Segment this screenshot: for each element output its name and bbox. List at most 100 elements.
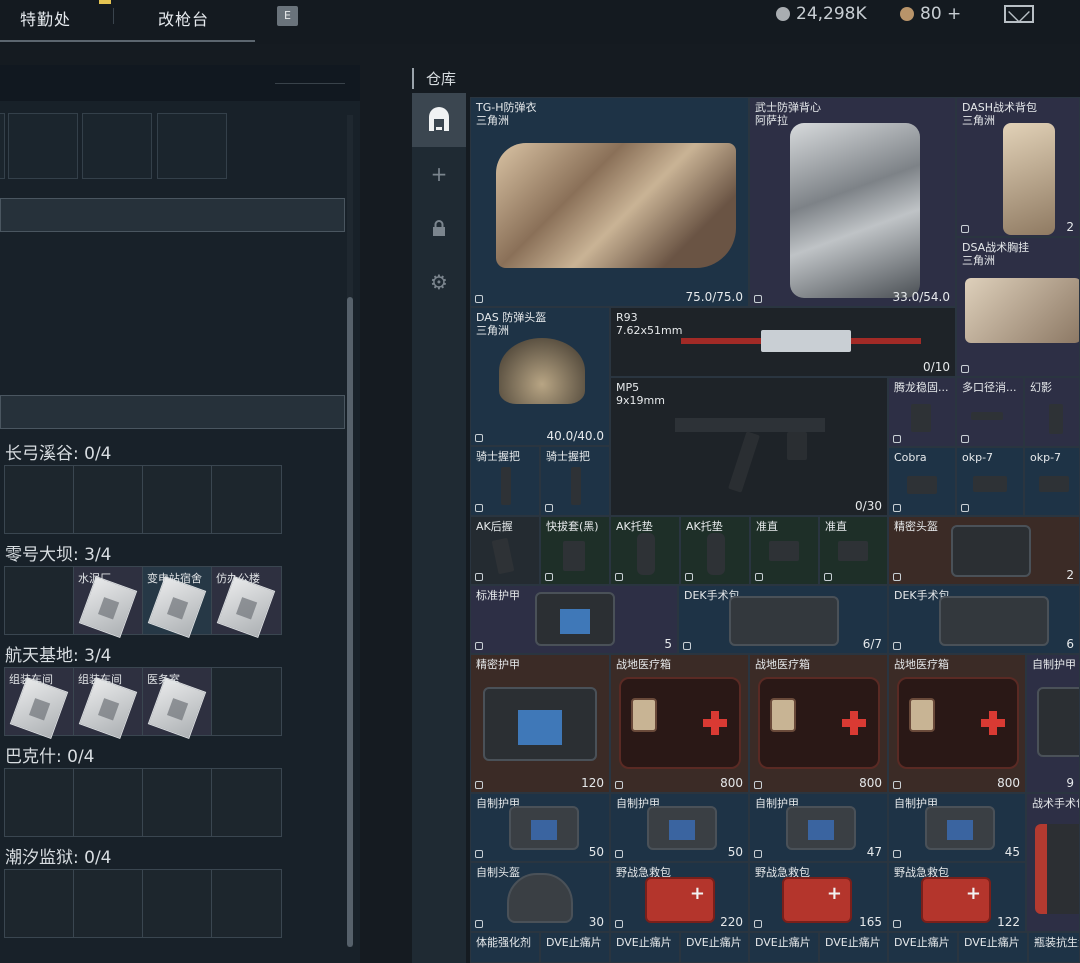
item-first-aid-kit[interactable]: 野战急救包 220 [610, 862, 749, 932]
keycard-slot[interactable] [74, 870, 143, 937]
item-name: DSA战术胸挂 三角洲 [962, 241, 1030, 267]
equipment-bar[interactable] [0, 198, 345, 232]
keycard-slot[interactable] [5, 466, 74, 533]
item-helmet[interactable]: DAS 防弹头盔 三角洲 40.0/40.0 [470, 307, 610, 446]
armor-image [647, 806, 717, 850]
item-painkiller[interactable]: DVE止痛片 [610, 932, 680, 963]
plus-icon[interactable]: + [412, 147, 466, 201]
item-rifle-r93[interactable]: R93 7.62x51mm 0/10 [610, 307, 956, 377]
item-sight-okp7[interactable]: okp-7 [1024, 447, 1080, 516]
ak-pad-image [637, 533, 655, 575]
item-body-armor[interactable]: TG-H防弹衣 三角洲 75.0/75.0 [470, 97, 749, 307]
keycard-slot[interactable] [5, 769, 74, 836]
map-title: 长弓溪谷: 0/4 [5, 444, 112, 464]
gear-icon[interactable]: ⚙ [412, 255, 466, 309]
item-name: 骑士握把 [476, 450, 520, 463]
item-chest-rig[interactable]: DSA战术胸挂 三角洲 [956, 237, 1080, 377]
item-collimator[interactable]: 准直 [819, 516, 888, 585]
equipment-slot[interactable] [157, 113, 227, 179]
keycard-slot[interactable] [212, 668, 281, 735]
first-aid-kit-image [921, 877, 991, 923]
ticket-display[interactable]: 80 + [900, 4, 961, 24]
grip-image [571, 467, 581, 505]
item-first-aid-kit[interactable]: 野战急救包 165 [749, 862, 888, 932]
item-backpack[interactable]: DASH战术背包 三角洲 2 [956, 97, 1080, 237]
tab-underline [0, 40, 255, 42]
keycard-slot[interactable]: 医务室 [143, 668, 212, 740]
item-first-aid-kit[interactable]: 野战急救包 122 [888, 862, 1026, 932]
keycard-slot[interactable]: 仿办公楼 [212, 567, 281, 639]
item-homemade-armor[interactable]: 自制护甲 45 [888, 793, 1026, 862]
storage-icon[interactable] [412, 93, 466, 147]
equipment-slot[interactable] [82, 113, 152, 179]
item-smg-mp5[interactable]: MP5 9x19mm 0/30 [610, 377, 888, 516]
item-sight-okp7[interactable]: okp-7 [956, 447, 1024, 516]
item-homemade-armor[interactable]: 自制护甲 9 [1026, 654, 1080, 793]
item-painkiller[interactable]: DVE止痛片 [819, 932, 888, 963]
item-field-medkit[interactable]: 战地医疗箱 800 [749, 654, 888, 793]
item-surgery-kit[interactable]: DEK手术包 6/7 [678, 585, 888, 654]
item-tactical-surgery-kit[interactable]: 战术手术包 [1026, 793, 1080, 932]
item-painkiller[interactable]: DVE止痛片 [888, 932, 958, 963]
item-holster[interactable]: 快拔套(黑) [540, 516, 610, 585]
tab-separator [113, 8, 114, 24]
keycard-slot[interactable]: 水泥厂 [74, 567, 143, 639]
item-painkiller[interactable]: DVE止痛片 [749, 932, 819, 963]
item-name: 战术手术包 [1032, 797, 1079, 810]
item-marker-icon [893, 850, 901, 858]
item-precision-helmet[interactable]: 精密头盔 2 [888, 516, 1080, 585]
keycard-slot[interactable] [5, 870, 74, 937]
equipment-slot[interactable] [8, 113, 78, 179]
item-antibiotic[interactable]: 瓶装抗生素 [1028, 932, 1080, 963]
keycard-slot[interactable] [143, 466, 212, 533]
item-sight-cobra[interactable]: Cobra [888, 447, 956, 516]
keycard-slot[interactable] [5, 567, 74, 634]
keycard-slot[interactable] [74, 769, 143, 836]
item-standard-armor[interactable]: 标准护甲 5 [470, 585, 678, 654]
item-attachment[interactable]: 腾龙稳固... [888, 377, 956, 447]
item-ak-pad[interactable]: AK托垫 [680, 516, 750, 585]
item-durability: 120 [581, 776, 604, 790]
item-phantom[interactable]: 幻影 [1024, 377, 1080, 447]
item-surgery-kit[interactable]: DEK手术包 6 [888, 585, 1080, 654]
item-grip[interactable]: 骑士握把 [540, 446, 610, 516]
keycard-slot[interactable] [74, 466, 143, 533]
item-ak-grip[interactable]: AK后握 [470, 516, 540, 585]
keycard-slot[interactable] [143, 769, 212, 836]
keycard-slot[interactable] [212, 466, 281, 533]
armor-panel [668, 820, 696, 840]
item-painkiller[interactable]: DVE止痛片 [958, 932, 1028, 963]
scrollbar-thumb[interactable] [347, 297, 353, 947]
item-painkiller[interactable]: DVE止痛片 [540, 932, 610, 963]
item-homemade-armor[interactable]: 自制护甲 50 [610, 793, 749, 862]
keycard-slot[interactable]: 组装车间 [5, 668, 74, 740]
mail-icon[interactable] [1004, 5, 1034, 23]
item-homemade-armor[interactable]: 自制护甲 50 [470, 793, 610, 862]
keycard-slot[interactable] [212, 870, 281, 937]
item-field-medkit[interactable]: 战地医疗箱 800 [888, 654, 1026, 793]
item-collimator[interactable]: 准直 [750, 516, 819, 585]
tab-special-ops[interactable]: 特勤处 [20, 6, 71, 30]
equipment-slot[interactable] [0, 113, 5, 179]
item-stimulant[interactable]: 体能强化剂 [470, 932, 540, 963]
keycard-slot[interactable]: 变电站宿舍 [143, 567, 212, 639]
keycard-slot[interactable] [212, 769, 281, 836]
item-vest[interactable]: 武士防弹背心 阿萨拉 33.0/54.0 [749, 97, 956, 307]
item-precision-armor[interactable]: 精密护甲 120 [470, 654, 610, 793]
item-name: DVE止痛片 [964, 936, 1020, 949]
lock-icon[interactable] [412, 201, 466, 255]
item-homemade-helmet[interactable]: 自制头盔 30 [470, 862, 610, 932]
item-homemade-armor[interactable]: 自制护甲 47 [749, 793, 888, 862]
keycard-slot[interactable] [143, 870, 212, 937]
item-painkiller[interactable]: DVE止痛片 [680, 932, 749, 963]
item-ak-pad[interactable]: AK托垫 [610, 516, 680, 585]
item-name: 准直 [825, 520, 847, 533]
keycard-slot[interactable]: 组装车间 [74, 668, 143, 740]
equipment-bar[interactable] [0, 395, 345, 429]
tab-gunsmith[interactable]: 改枪台 [158, 6, 209, 30]
item-suppressor[interactable]: 多口径消... [956, 377, 1024, 447]
item-field-medkit[interactable]: 战地医疗箱 800 [610, 654, 749, 793]
item-grip[interactable]: 骑士握把 [470, 446, 540, 516]
item-name: 自制护甲 [1032, 658, 1076, 671]
item-name: 准直 [756, 520, 778, 533]
